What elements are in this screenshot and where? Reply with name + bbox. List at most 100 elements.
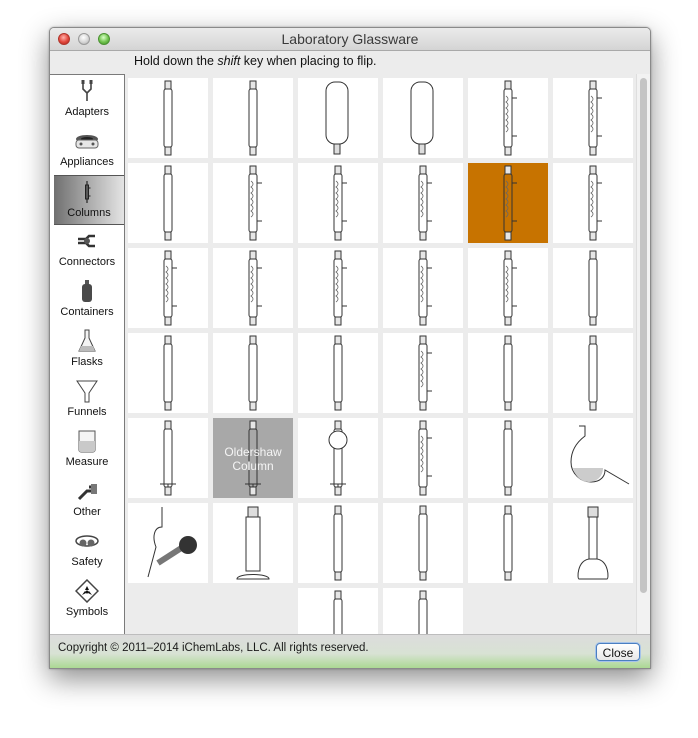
coil-condenser-2-icon — [248, 165, 262, 241]
glassware-tile-west-condenser[interactable] — [298, 248, 378, 328]
glassware-tile-retort[interactable] — [553, 418, 633, 498]
sidebar-item-label: Funnels — [67, 406, 107, 418]
bent-column-icon — [163, 335, 173, 411]
sidebar-item-label: Columns — [67, 207, 111, 219]
scrollbar-thumb[interactable] — [640, 78, 647, 593]
glassware-tile-plain-column-2[interactable] — [553, 333, 633, 413]
funnel-icon — [76, 380, 98, 403]
reflux-head-icon — [588, 250, 598, 326]
hot-plate-icon — [75, 135, 99, 149]
glassware-tile-column-plain[interactable] — [213, 78, 293, 158]
sidebar-item-flasks[interactable]: Flasks — [50, 325, 124, 375]
glassware-tile-drying-column[interactable] — [128, 503, 208, 583]
sidebar-item-funnels[interactable]: Funnels — [50, 375, 124, 425]
jacketed-flask-icon — [325, 81, 349, 155]
allihn-coil-top-icon — [588, 165, 602, 241]
sidebar-item-safety[interactable]: Safety — [50, 525, 124, 575]
glassware-tile-chromatography-column[interactable] — [128, 418, 208, 498]
sidebar-item-columns[interactable]: Columns — [54, 175, 124, 225]
hint-suffix: key when placing to flip. — [240, 54, 377, 68]
bottle-base-icon — [577, 506, 609, 580]
dropper-column-icon — [333, 590, 343, 634]
glassware-tile-gas-inlet-tube[interactable] — [383, 503, 463, 583]
glassware-tile-snyder-column[interactable] — [468, 333, 548, 413]
glassware-tile-plain-condenser[interactable] — [383, 248, 463, 328]
flask-icon — [78, 329, 96, 352]
sidebar-item-symbols[interactable]: Symbols — [50, 575, 124, 625]
window-title: Laboratory Glassware — [281, 31, 419, 47]
sidebar-item-label: Connectors — [58, 256, 116, 268]
glassware-tile-allihn-coil-top[interactable] — [553, 163, 633, 243]
allihn-condenser-icon — [418, 165, 432, 241]
chromatography-column-icon — [160, 420, 176, 496]
retort-icon — [570, 425, 630, 485]
reservoir-column-icon — [328, 420, 348, 496]
glassware-tile-tube[interactable] — [128, 78, 208, 158]
vertical-scrollbar[interactable] — [636, 74, 650, 634]
sidebar-item-adapters[interactable]: Adapters — [50, 75, 124, 125]
glassware-tile-oldershaw-column[interactable] — [213, 333, 293, 413]
snyder-column-icon — [503, 335, 513, 411]
glassware-tile-dimroth-coil[interactable] — [553, 78, 633, 158]
column-plain-icon — [248, 80, 258, 156]
gas-inlet-tube-icon — [418, 505, 428, 581]
sidebar-item-label: Adapters — [64, 106, 110, 118]
glassware-tile-bent-column[interactable] — [128, 333, 208, 413]
plain-condenser-icon — [418, 250, 432, 326]
glassware-tile-fritted-tube[interactable] — [468, 503, 548, 583]
glassware-tile-reservoir-column[interactable] — [298, 418, 378, 498]
graham-condenser-icon — [248, 250, 262, 326]
glassware-tile-soxhlet-extractor[interactable] — [468, 418, 548, 498]
sidebar-item-containers[interactable]: Containers — [50, 275, 124, 325]
category-sidebar: Adapters Appliances Columns Connectors C… — [50, 74, 125, 635]
title-bar[interactable]: Laboratory Glassware — [50, 28, 650, 51]
glassware-tile-dropper-column[interactable] — [298, 588, 378, 634]
sidebar-item-label: Symbols — [65, 606, 109, 618]
vigreux-column-icon — [418, 335, 432, 411]
glassware-tile-liebig-condenser[interactable] — [468, 163, 548, 243]
radiation-icon — [75, 579, 99, 603]
sidebar-item-label: Containers — [60, 306, 114, 318]
glassware-tile-chromatography-packed[interactable]: Oldershaw Column — [213, 418, 293, 498]
liebig-condenser-icon — [503, 165, 517, 241]
faucet-icon — [77, 484, 97, 501]
glassware-tile-coil-condenser[interactable] — [468, 78, 548, 158]
soxhlet-extractor-icon — [503, 420, 513, 496]
glassware-grid: Oldershaw Column — [126, 76, 636, 634]
glassware-tile-bottle-base[interactable] — [553, 503, 633, 583]
glassware-tile-thin-tube[interactable] — [383, 588, 463, 634]
coil-lower-icon — [333, 165, 347, 241]
glassware-tile-cylinder-column[interactable] — [213, 503, 293, 583]
side-arm-column-icon — [163, 165, 173, 241]
glassware-tile-gas-bubbler[interactable] — [298, 503, 378, 583]
sidebar-item-measure[interactable]: Measure — [50, 425, 124, 475]
tooltip-line: Column — [232, 459, 274, 473]
cold-trap-icon — [410, 81, 434, 155]
glassware-tile-packed-column[interactable] — [298, 333, 378, 413]
glassware-tile-coil-condenser-2[interactable] — [213, 163, 293, 243]
sidebar-item-appliances[interactable]: Appliances — [50, 125, 124, 175]
glassware-tile-graham-condenser[interactable] — [213, 248, 293, 328]
thin-tube-icon — [418, 590, 428, 634]
glassware-tile-allihn-condenser[interactable] — [383, 163, 463, 243]
connector-icon — [78, 234, 95, 248]
glassware-tile-cold-trap[interactable] — [383, 78, 463, 158]
sidebar-item-other[interactable]: Other — [50, 475, 124, 525]
close-button[interactable]: Close — [596, 643, 640, 661]
glassware-tile-jacketed-flask[interactable] — [298, 78, 378, 158]
glassware-tile-coil-lower[interactable] — [298, 163, 378, 243]
glassware-tile-liebig-short[interactable] — [128, 248, 208, 328]
liebig-short-icon — [163, 250, 177, 326]
hint-emphasis: shift — [217, 54, 241, 68]
glassware-tile-side-arm-column[interactable] — [128, 163, 208, 243]
glassware-tile-vigreux-column[interactable] — [383, 333, 463, 413]
glassware-tile-jacketed-vigreux[interactable] — [383, 418, 463, 498]
tile-tooltip: Oldershaw Column — [213, 445, 293, 473]
copyright-text: Copyright © 2011–2014 iChemLabs, LLC. Al… — [58, 642, 369, 654]
bottle-icon — [82, 280, 92, 302]
sidebar-item-connectors[interactable]: Connectors — [50, 225, 124, 275]
glassware-tile-reflux-head[interactable] — [553, 248, 633, 328]
oldershaw-column-icon — [248, 335, 258, 411]
jacketed-vigreux-icon — [418, 420, 432, 496]
glassware-tile-vigreux-jacket[interactable] — [468, 248, 548, 328]
